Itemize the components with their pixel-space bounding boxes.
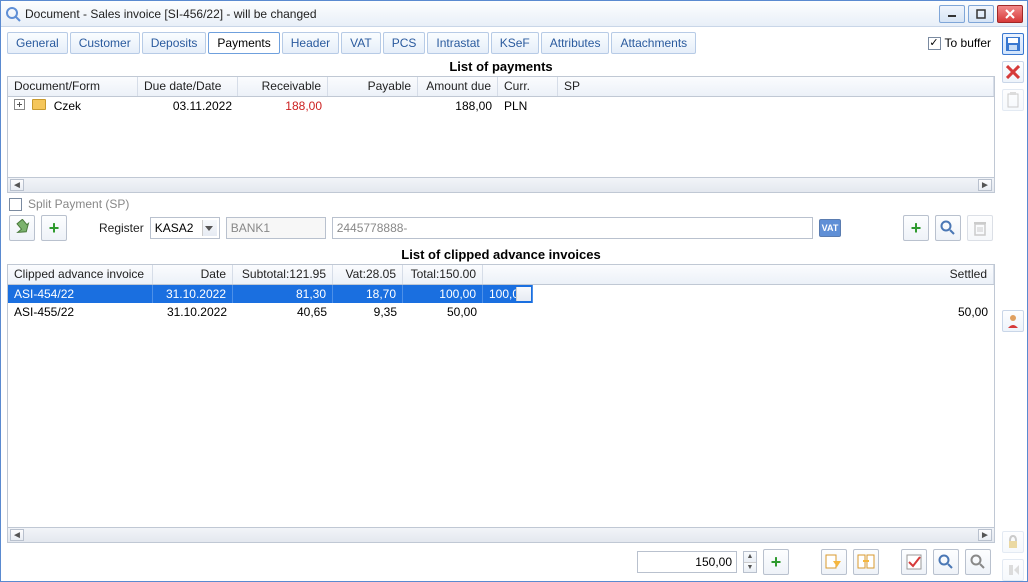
clipped-title: List of clipped advance invoices [7,245,995,264]
tab-attributes[interactable]: Attributes [541,32,610,54]
payment-row[interactable]: Czek 03.11.2022 188,00 188,00 PLN [8,97,994,115]
user-button[interactable] [1002,310,1024,332]
cell-invoice: ASI-455/22 [8,304,153,320]
scroll-left-icon[interactable]: ◄ [10,179,24,191]
tab-general[interactable]: General [7,32,68,54]
zoom-in-button[interactable] [933,549,959,575]
col-payable[interactable]: Payable [328,77,418,96]
cell-total: 100,00 [403,285,483,303]
delete-button [967,215,993,241]
payment-currency: PLN [498,98,558,114]
add-payment-button[interactable]: + [41,215,67,241]
search-button[interactable] [935,215,961,241]
tab-header[interactable]: Header [282,32,339,54]
clipboard-button [1002,89,1024,111]
payment-amount: 188,00 [418,98,498,114]
cell-date: 31.10.2022 [153,285,233,303]
clipped-scrollbar[interactable]: ◄ ► [8,527,994,542]
to-buffer-label: To buffer [945,36,991,50]
payments-grid: Document/Form Due date/Date Receivable P… [7,76,995,193]
scroll-right-icon[interactable]: ► [978,529,992,541]
clipped-grid: Clipped advance invoice Date Subtotal:12… [7,264,995,543]
payments-scrollbar[interactable]: ◄ ► [8,177,994,192]
col-invoice[interactable]: Clipped advance invoice [8,265,153,284]
register-select[interactable]: KASA2 [150,217,220,239]
cell-settled: 100,00 [483,285,533,303]
import-payment-button[interactable] [9,215,35,241]
add-button[interactable]: + [903,215,929,241]
col-subtotal[interactable]: Subtotal:121.95 [233,265,333,284]
col-total[interactable]: Total:150.00 [403,265,483,284]
tab-intrastat[interactable]: Intrastat [427,32,488,54]
amount-input[interactable] [637,551,737,573]
folder-icon [32,99,46,110]
cancel-button[interactable] [1002,61,1024,83]
lock-button [1002,531,1024,553]
col-vat[interactable]: Vat:28.05 [333,265,403,284]
tab-vat[interactable]: VAT [341,32,381,54]
payment-payable [328,105,418,107]
bottom-toolbar: ▲▼ + [7,543,995,577]
check-doc-button[interactable] [901,549,927,575]
to-buffer-checkbox[interactable] [928,37,941,50]
tab-ksef[interactable]: KSeF [491,32,539,54]
titlebar: Document - Sales invoice [SI-456/22] - w… [1,1,1027,27]
tab-row: GeneralCustomerDepositsPaymentsHeaderVAT… [7,31,995,55]
col-due[interactable]: Due date/Date [138,77,238,96]
expand-icon[interactable] [14,99,25,110]
clipped-row[interactable]: ASI-454/2231.10.202281,3018,70100,00100,… [8,285,533,303]
tab-payments[interactable]: Payments [208,32,279,54]
minimize-button[interactable] [939,5,965,23]
document-window: Document - Sales invoice [SI-456/22] - w… [0,0,1028,582]
col-settled[interactable]: Settled [483,265,994,284]
split-payment-checkbox[interactable] [9,198,22,211]
register-label: Register [99,221,144,235]
tab-attachments[interactable]: Attachments [611,32,696,54]
vat-button[interactable]: VAT [819,219,841,237]
col-document[interactable]: Document/Form [8,77,138,96]
col-amount[interactable]: Amount due [418,77,498,96]
payment-form: Czek [54,99,81,113]
payment-receivable: 188,00 [238,98,328,114]
split-doc-button[interactable] [853,549,879,575]
cell-total: 50,00 [403,304,483,320]
maximize-button[interactable] [968,5,994,23]
document-icon [5,6,21,22]
save-button[interactable] [1002,33,1024,55]
clipped-row[interactable]: ASI-455/2231.10.202240,659,3550,0050,00 [8,303,994,321]
bank-field: BANK1 [226,217,326,239]
col-receivable[interactable]: Receivable [238,77,328,96]
amount-spinner[interactable]: ▲▼ [743,551,757,573]
tab-deposits[interactable]: Deposits [142,32,207,54]
col-currency[interactable]: Curr. [498,77,558,96]
next-button [1002,559,1024,581]
payments-title: List of payments [7,57,995,76]
cell-vat: 9,35 [333,304,403,320]
scroll-left-icon[interactable]: ◄ [10,529,24,541]
split-payment-label: Split Payment (SP) [28,197,129,211]
cell-subtotal: 81,30 [233,285,333,303]
cell-invoice: ASI-454/22 [8,285,153,303]
zoom-out-button[interactable] [965,549,991,575]
add-clipped-button[interactable]: + [763,549,789,575]
tab-pcs[interactable]: PCS [383,32,426,54]
close-button[interactable] [997,5,1023,23]
cell-vat: 18,70 [333,285,403,303]
cell-date: 31.10.2022 [153,304,233,320]
col-date[interactable]: Date [153,265,233,284]
cell-subtotal: 40,65 [233,304,333,320]
window-title: Document - Sales invoice [SI-456/22] - w… [25,7,939,21]
link-doc-button[interactable] [821,549,847,575]
col-sp[interactable]: SP [558,77,994,96]
cell-settled: 50,00 [483,304,994,320]
payment-sp [558,105,994,107]
side-toolbar [999,27,1027,581]
tab-customer[interactable]: Customer [70,32,140,54]
account-field[interactable]: 2445778888- [332,217,813,239]
scroll-right-icon[interactable]: ► [978,179,992,191]
payment-due: 03.11.2022 [138,98,238,114]
